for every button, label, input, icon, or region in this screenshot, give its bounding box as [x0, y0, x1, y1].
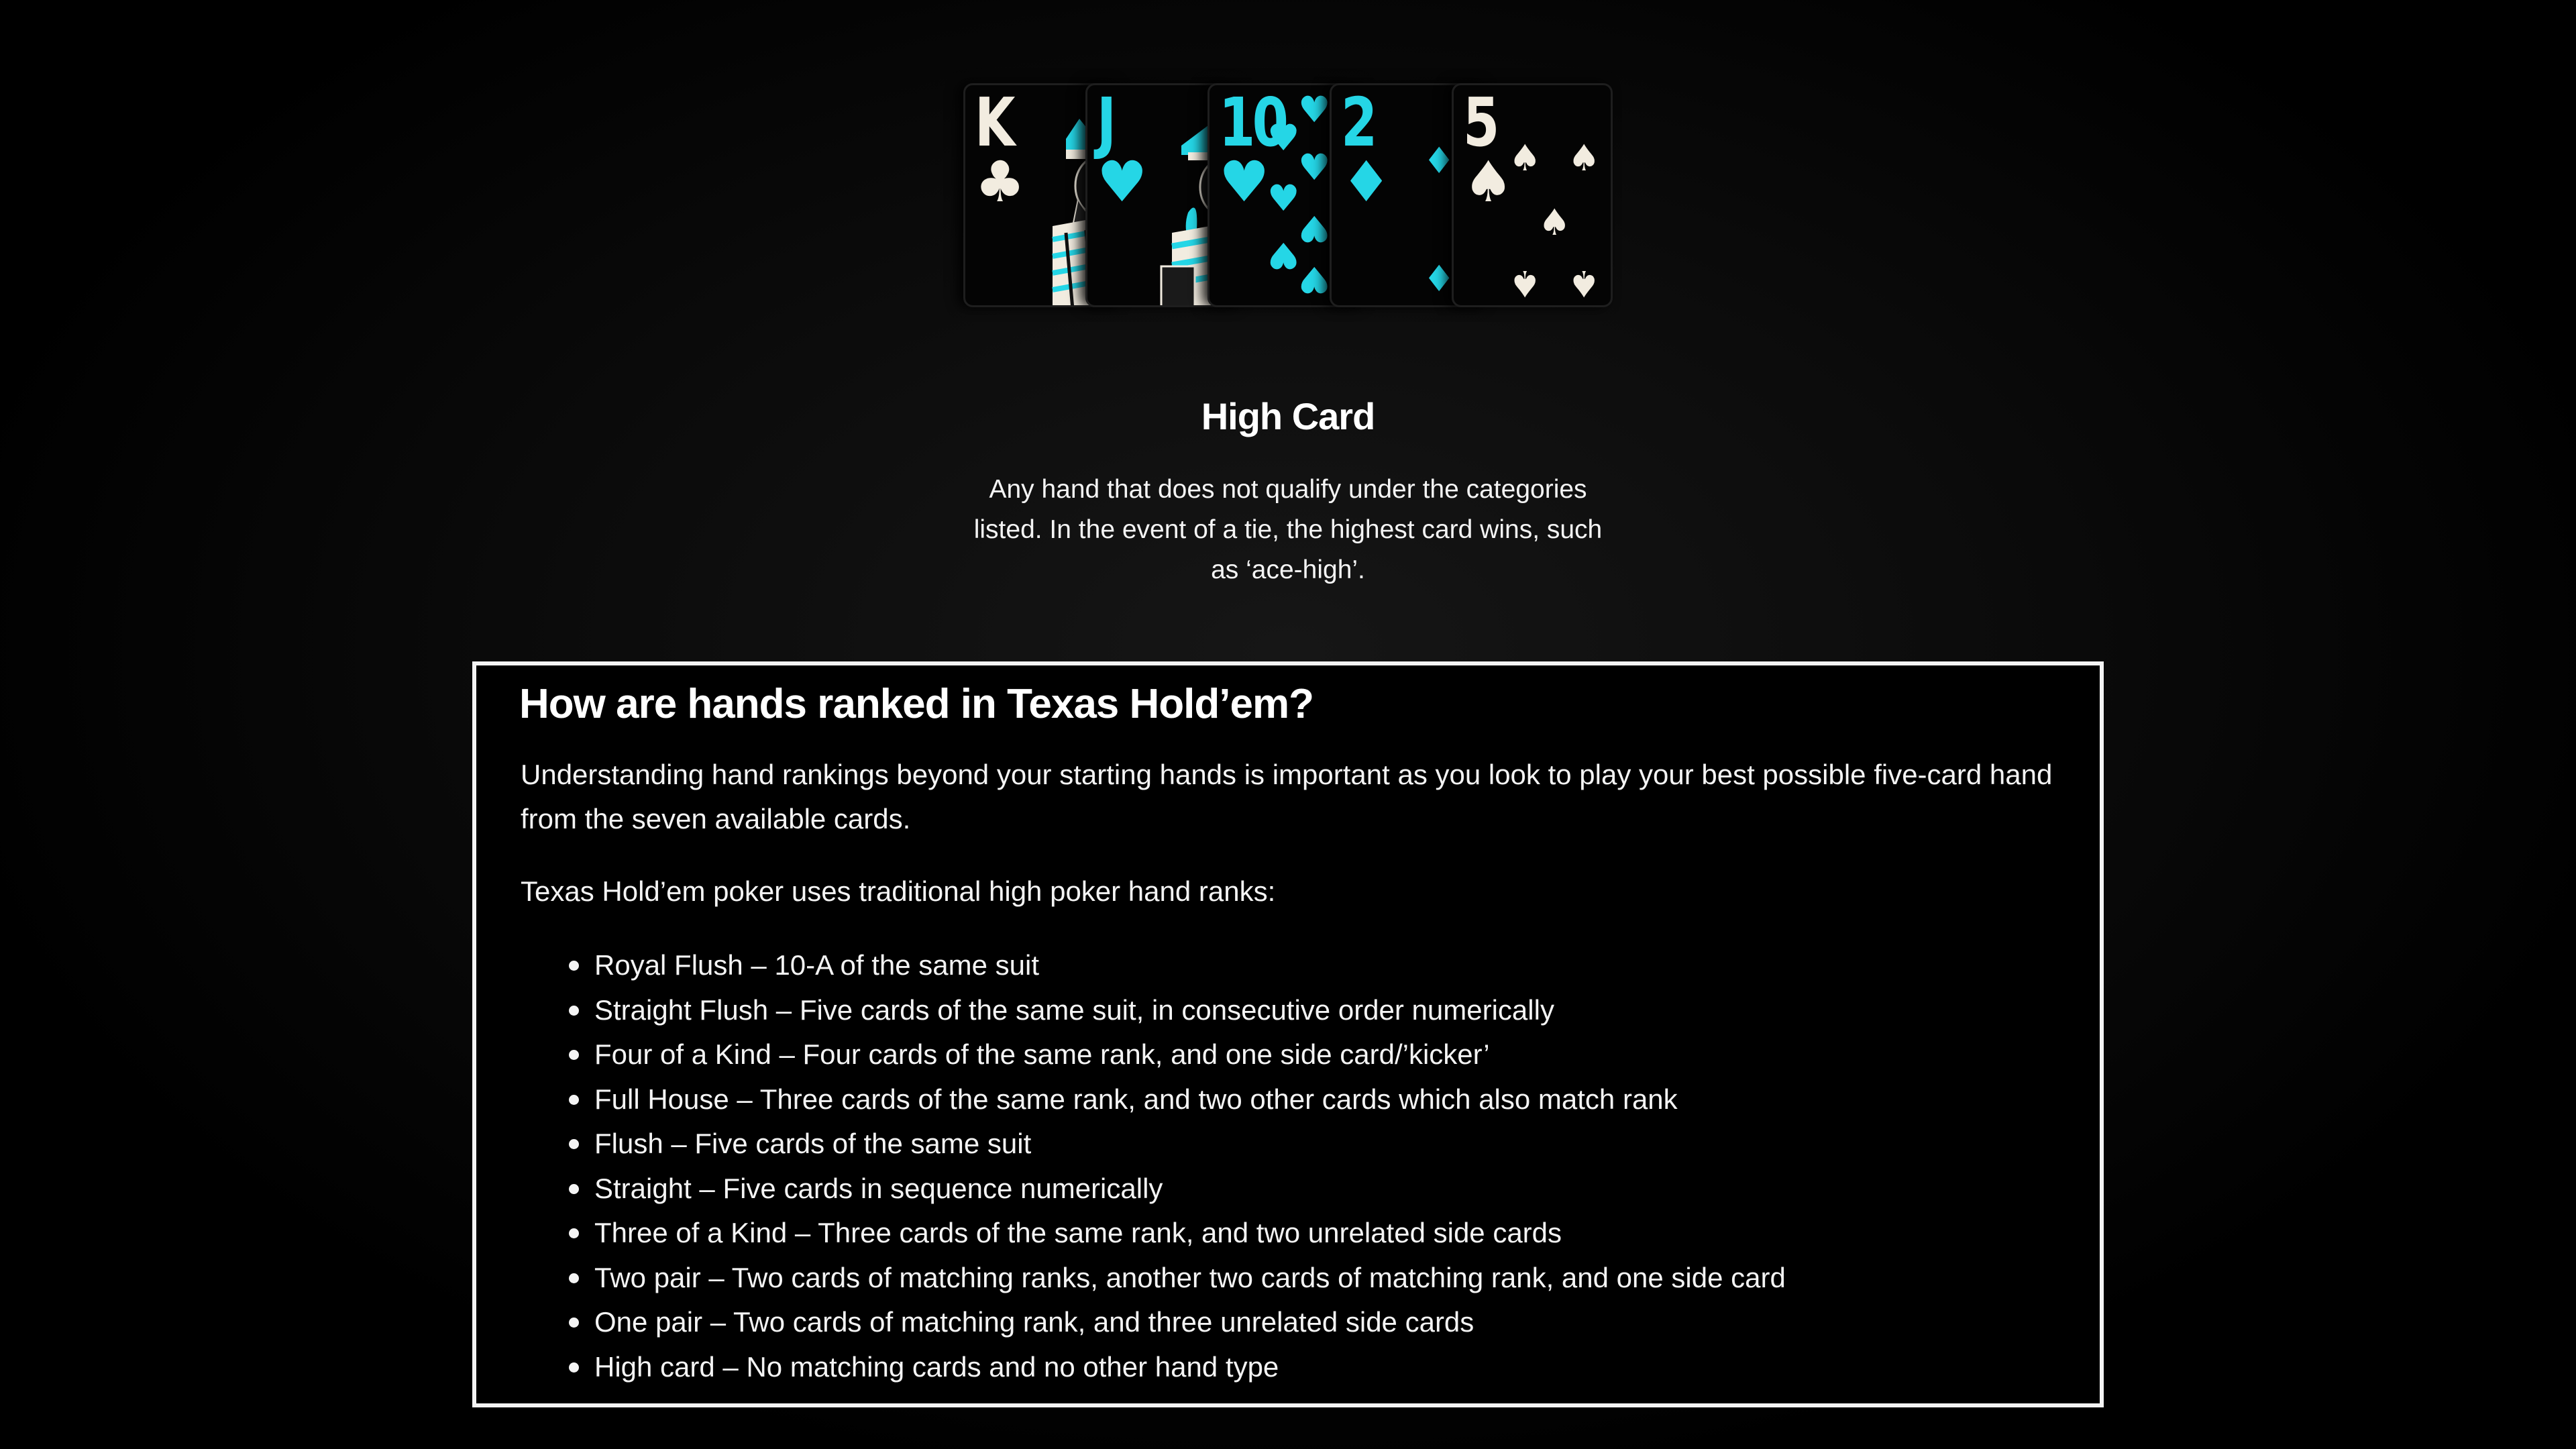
heart-icon: ♥	[1267, 177, 1300, 219]
list-item: Royal Flush – 10-A of the same suit	[521, 943, 1786, 988]
spade-icon: ♠	[1509, 137, 1542, 179]
diamond-icon: ♦	[1423, 258, 1456, 300]
list-item: Four of a Kind – Four cards of the same …	[521, 1032, 1786, 1077]
hand-title: High Card	[1201, 395, 1376, 437]
hand-rankings-section: How are hands ranked in Texas Hold’em? U…	[472, 661, 2104, 1407]
list-item: Straight Flush – Five cards of the same …	[521, 988, 1786, 1033]
intro-paragraph: Understanding hand rankings beyond your …	[521, 759, 2053, 835]
heart-icon: ♥	[1298, 146, 1331, 189]
heart-icon: ♥	[1097, 149, 1148, 215]
spade-icon: ♠	[1463, 149, 1514, 215]
diamond-icon: ♦	[1423, 140, 1456, 182]
heart-icon: ♥	[1298, 258, 1331, 301]
heart-icon: ♥	[1267, 234, 1300, 276]
card-rank: 2	[1341, 83, 1377, 162]
ranks-intro-paragraph: Texas Hold’em poker uses traditional hig…	[521, 875, 1276, 907]
spade-icon: ♠	[1568, 137, 1601, 179]
card-rank: K	[975, 83, 1015, 162]
heart-icon: ♥	[1298, 89, 1331, 131]
list-item: Flush – Five cards of the same suit	[521, 1122, 1786, 1167]
spade-icon: ♠	[1538, 201, 1571, 244]
list-item: Straight – Five cards in sequence numeri…	[521, 1167, 1786, 1212]
heart-icon: ♥	[1298, 207, 1331, 250]
heart-icon: ♥	[1267, 117, 1300, 159]
spade-icon: ♠	[1568, 262, 1601, 305]
list-item: One pair – Two cards of matching rank, a…	[521, 1300, 1786, 1345]
heart-icon: ♥	[1219, 149, 1270, 215]
spade-icon: ♠	[1509, 262, 1542, 305]
section-heading: How are hands ranked in Texas Hold’em?	[519, 681, 1314, 727]
hand-description: Any hand that does not qualify under the…	[973, 475, 1603, 584]
hand-of-cards: K ♣ J ♥ 10 ♥ ♥ ♥ ♥ ♥ ♥ ♥ ♥ 2 ♦ ♦ ♦ 5 ♠ ♠…	[963, 83, 1613, 307]
hand-rankings-list: Royal Flush – 10-A of the same suit Stra…	[521, 943, 1786, 1389]
list-item: High card – No matching cards and no oth…	[521, 1345, 1786, 1390]
list-item: Three of a Kind – Three cards of the sam…	[521, 1211, 1786, 1256]
clubs-icon: ♣	[975, 149, 1026, 215]
card-rank: 5	[1463, 83, 1499, 162]
card-five-of-spades: 5 ♠ ♠ ♠ ♠ ♠ ♠	[1452, 83, 1613, 307]
list-item: Two pair – Two cards of matching ranks, …	[521, 1256, 1786, 1301]
diamond-icon: ♦	[1341, 149, 1392, 215]
list-item: Full House – Three cards of the same ran…	[521, 1077, 1786, 1122]
card-rank: J	[1097, 83, 1116, 162]
